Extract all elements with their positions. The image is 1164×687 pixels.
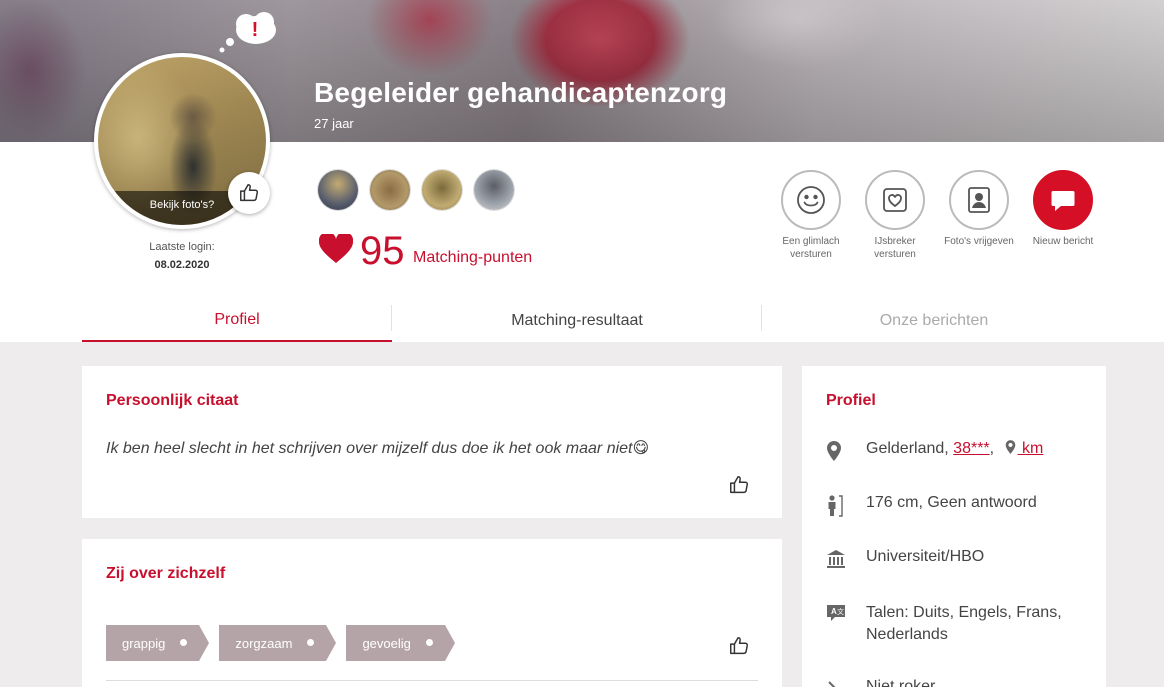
- matching-score: 95: [360, 229, 405, 273]
- profile-age: 27 jaar: [314, 116, 354, 131]
- photo-thumbnail[interactable]: [370, 170, 410, 210]
- photo-portrait-icon: [968, 187, 990, 213]
- map-pin-small-icon: [1005, 440, 1015, 454]
- card-divider: [106, 680, 758, 681]
- action-circle[interactable]: [1033, 170, 1093, 230]
- thought-bubble-icon[interactable]: !: [218, 10, 278, 55]
- svg-text:文: 文: [837, 607, 844, 616]
- smoking-text: Niet roker: [866, 678, 936, 687]
- person-height-icon: [828, 495, 843, 517]
- trait-tag[interactable]: zorgzaam: [219, 625, 337, 661]
- postcode-link[interactable]: 38***: [953, 440, 989, 457]
- like-photo-button[interactable]: [228, 172, 270, 214]
- translate-icon: A文: [827, 605, 845, 621]
- no-smoking-icon: [828, 681, 836, 687]
- photo-thumbnails: [318, 170, 514, 210]
- profile-tabs: Profiel Matching-resultaat Onze berichte…: [82, 300, 1106, 342]
- quote-card: Persoonlijk citaat Ik ben heel slecht in…: [82, 366, 782, 518]
- height-row: 176 cm, Geen antwoord: [826, 494, 1037, 517]
- trait-tag[interactable]: grappig: [106, 625, 210, 661]
- thumbs-up-icon[interactable]: [728, 474, 750, 496]
- languages-text: Talen: Duits, Engels, Frans, Nederlands: [866, 604, 1062, 643]
- distance-link[interactable]: km: [1018, 440, 1043, 457]
- thumbs-up-icon[interactable]: [728, 635, 750, 657]
- tab-divider: [391, 305, 392, 331]
- send-icebreaker-button[interactable]: IJsbreker versturen: [850, 170, 940, 261]
- education-row: Universiteit/HBO: [826, 548, 984, 569]
- institution-icon: [827, 550, 845, 568]
- tab-profiel[interactable]: Profiel: [82, 300, 392, 342]
- tag-dot: [307, 639, 315, 646]
- profile-title: Begeleider gehandicaptenzorg: [314, 77, 728, 108]
- last-login-label: Laatste login:: [149, 241, 215, 253]
- education-text: Universiteit/HBO: [866, 548, 985, 565]
- svg-text:!: !: [252, 19, 259, 41]
- heart-icon: [319, 234, 353, 263]
- quote-card-title: Persoonlijk citaat: [106, 392, 239, 409]
- quote-text: Ik ben heel slecht in het schrijven over…: [106, 440, 650, 457]
- height-text: 176 cm, Geen antwoord: [866, 494, 1037, 511]
- trait-tags: grappig zorgzaam gevoelig: [106, 625, 456, 661]
- release-photos-button[interactable]: Foto's vrijgeven: [934, 170, 1024, 248]
- trait-tag-label: gevoelig: [362, 635, 411, 651]
- trait-tag-label: grappig: [122, 635, 166, 651]
- action-label: IJsbreker: [874, 236, 916, 247]
- action-circle[interactable]: [865, 170, 925, 230]
- location-comma: ,: [989, 440, 995, 457]
- photo-thumbnail[interactable]: [474, 170, 514, 210]
- photo-thumbnail[interactable]: [422, 170, 462, 210]
- profile-details-card: Profiel Gelderland, 38***, km 176 cm, Ge…: [802, 366, 1106, 687]
- location-row: Gelderland, 38***, km: [826, 440, 1043, 461]
- matching-label: Matching-punten: [413, 249, 533, 266]
- about-card: Zij over zichzelf grappig zorgzaam gevoe…: [82, 539, 782, 687]
- map-pin-icon: [827, 441, 841, 461]
- chat-bubble-icon: [1051, 191, 1075, 211]
- send-smile-button[interactable]: Een glimlach versturen: [766, 170, 856, 261]
- action-circle[interactable]: [949, 170, 1009, 230]
- icebreaker-heart-icon: [883, 188, 907, 212]
- smoking-row: Niet roker: [826, 678, 935, 687]
- last-login-date: 08.02.2020: [154, 259, 210, 271]
- action-circle[interactable]: [781, 170, 841, 230]
- tab-matching-resultaat[interactable]: Matching-resultaat: [392, 300, 762, 342]
- action-label: Foto's vrijgeven: [944, 236, 1014, 247]
- languages-row: A文 Talen: Duits, Engels, Frans, Nederlan…: [826, 602, 1066, 646]
- trait-tag-label: zorgzaam: [235, 635, 293, 651]
- action-label: versturen: [790, 249, 832, 260]
- photo-thumbnail[interactable]: [318, 170, 358, 210]
- new-message-button[interactable]: Nieuw bericht: [1018, 170, 1108, 248]
- about-card-title: Zij over zichzelf: [106, 565, 226, 582]
- location-text: Gelderland,: [866, 440, 954, 457]
- action-label: Een glimlach: [782, 236, 840, 247]
- trait-tag[interactable]: gevoelig: [346, 625, 456, 661]
- profile-card-title: Profiel: [826, 392, 876, 409]
- tag-dot: [180, 639, 188, 646]
- action-label: Nieuw bericht: [1032, 236, 1094, 247]
- tab-divider: [761, 305, 762, 331]
- thumbs-up-icon: [240, 184, 258, 202]
- smile-icon: [797, 186, 825, 214]
- action-label: versturen: [874, 249, 916, 260]
- tab-onze-berichten[interactable]: Onze berichten: [762, 300, 1106, 342]
- tag-dot: [425, 639, 433, 646]
